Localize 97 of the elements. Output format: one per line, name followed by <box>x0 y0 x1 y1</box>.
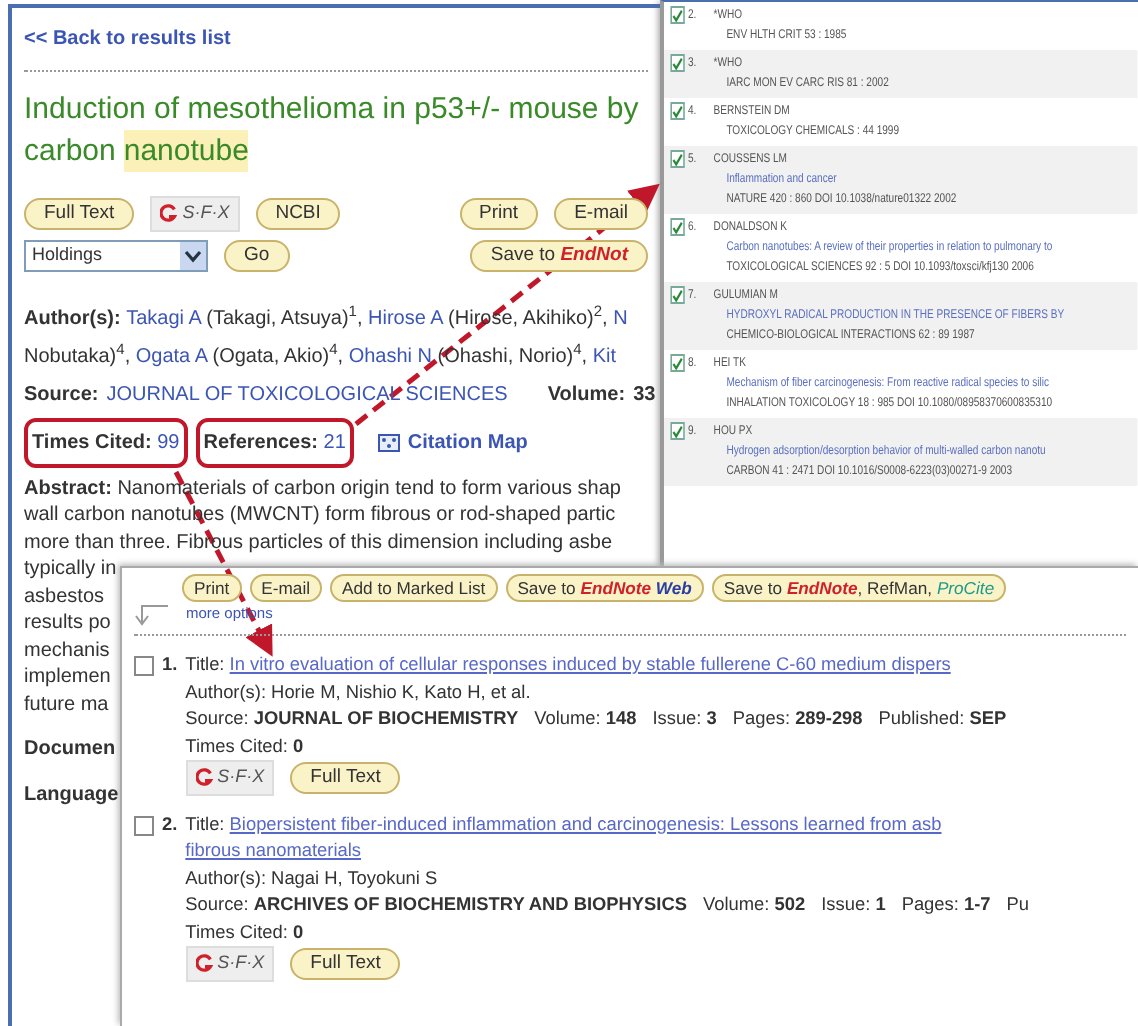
source-label: Source: <box>185 708 251 728</box>
sfx-button[interactable]: S·F·X <box>185 760 275 795</box>
checkbox[interactable] <box>670 354 685 372</box>
checkbox[interactable] <box>670 422 685 440</box>
source-value: 148 <box>605 708 637 728</box>
link-button[interactable]: NCBI <box>255 197 341 230</box>
swirl-icon <box>195 768 214 787</box>
full-text-button[interactable]: Full Text <box>290 947 401 980</box>
checkbox[interactable] <box>134 815 154 835</box>
stat-link[interactable]: 21 <box>323 431 346 453</box>
checkbox[interactable] <box>134 656 154 676</box>
source-value: ARCHIVES OF BIOCHEMISTRY AND BIOPHYSICS <box>253 894 688 914</box>
source-value: SEP <box>969 708 1007 728</box>
volume-value: 33 <box>633 381 656 409</box>
times-cited-label: Times Cited: <box>185 735 290 755</box>
map-icon <box>377 433 400 451</box>
link-button[interactable]: Full Text <box>24 197 135 230</box>
record-authors: Author(s): Horie M, Nishio K, Kato H, et al. <box>185 679 533 706</box>
title-label: Title: <box>185 654 227 674</box>
source-label: Volume: <box>703 894 772 914</box>
record-title-link[interactable]: Biopersistent fiber-induced inflammation and carcinogenesis: Lessons learned from asb <box>229 813 942 833</box>
abstract-label: Abstract: <box>24 477 114 499</box>
volume-label: Volume: <box>547 381 626 409</box>
toolbar-button[interactable]: E-mail <box>249 574 323 602</box>
caret-icon <box>180 241 206 269</box>
author-link[interactable]: Hirose A <box>368 307 443 329</box>
record-title-link[interactable]: In vitro evaluation of cellular responses induced by stable fullerene C-60 medium dispers <box>229 654 951 674</box>
holdings-dropdown[interactable]: Holdings <box>24 239 208 271</box>
checkbox[interactable] <box>670 6 685 24</box>
go-button[interactable]: Go <box>224 239 290 271</box>
author-link[interactable]: N <box>613 307 628 329</box>
author-line: Nobutaka)$^{4}$, Ogata A (Ogata, Akio)$^{4}$, Ohashi N (Ohashi, Norio)$^{4}$, Kit <box>24 341 619 371</box>
swirl-icon <box>195 954 214 973</box>
source-label: Pages: <box>732 708 793 728</box>
source-label: Issue: <box>821 894 873 914</box>
author-link[interactable]: Ohashi N <box>348 345 433 367</box>
abstract-text: future ma <box>24 691 109 718</box>
source-value: 1-7 <box>963 894 991 914</box>
highlighted-term: nanotube <box>123 130 249 172</box>
source-label: Published: <box>878 708 967 728</box>
checkbox[interactable] <box>670 54 685 72</box>
times-cited-label: Times Cited: <box>185 921 290 941</box>
author-link[interactable]: Ogata A <box>135 345 207 367</box>
article-title: Induction of mesothelioma in p53+/- mouse by <box>24 90 641 130</box>
source-value: 3 <box>706 708 717 728</box>
sfx-button[interactable]: S·F·X <box>185 946 275 981</box>
source-value: 502 <box>774 894 806 914</box>
times-cited-value: 0 <box>292 921 304 941</box>
stat-label: Times Cited: <box>32 431 154 453</box>
source-label: Issue: <box>652 708 704 728</box>
author-line: Author(s): Takagi A (Takagi, Atsuya)$^{1}$, Hirose A (Hirose, Akihiko)$^{2}$, N <box>24 303 630 333</box>
toolbar-button[interactable]: E-mail <box>554 197 648 230</box>
record-authors: Author(s): Nagai H, Toyokuni S <box>185 865 440 892</box>
source-label: Source: <box>24 381 99 409</box>
record-number: 1. <box>162 652 178 678</box>
swirl-icon <box>160 204 179 223</box>
source-label: Volume: <box>534 708 603 728</box>
toolbar-button[interactable]: Save to EndNote, RefMan, ProCite <box>711 574 1007 602</box>
checkbox[interactable] <box>670 150 685 168</box>
abstract-text: mechanis <box>24 637 110 664</box>
abstract-text: typically in <box>24 556 117 583</box>
back-link[interactable]: << Back to results list <box>24 28 231 50</box>
toolbar-button[interactable]: Add to Marked List <box>330 574 498 602</box>
checkbox[interactable] <box>670 286 685 304</box>
checkbox[interactable] <box>670 218 685 236</box>
toolbar-button[interactable]: Save to EndNote Web <box>505 574 704 602</box>
author-link[interactable]: Kit <box>592 345 617 367</box>
source-label: Pages: <box>901 894 961 914</box>
abstract-text: Nanomaterials of carbon origin tend to form various shap <box>117 477 621 499</box>
citation-map-link[interactable]: Citation Map <box>407 427 528 457</box>
journal-link[interactable]: JOURNAL OF TOXICOLOGICAL SCIENCES <box>106 379 508 409</box>
abstract-text: results po <box>24 610 111 637</box>
source-value: 1 <box>875 894 886 914</box>
article-title: carbon <box>24 132 116 172</box>
times-cited-value: 0 <box>292 735 304 755</box>
corner-arrow-icon <box>134 602 170 626</box>
stat-link[interactable]: 99 <box>157 431 180 453</box>
toolbar-button[interactable]: Print <box>182 574 242 602</box>
record-title-link[interactable]: fibrous nanomaterials <box>185 840 362 860</box>
abstract-text: asbestos <box>24 583 105 610</box>
checkbox[interactable] <box>670 102 685 120</box>
stat-label: References: <box>203 431 320 453</box>
field-label: Language <box>24 782 119 810</box>
full-text-button[interactable]: Full Text <box>290 761 401 794</box>
abstract-text: implemen <box>24 664 111 691</box>
source-label: Source: <box>185 894 251 914</box>
record-number: 2. <box>162 811 178 837</box>
source-value: 289-298 <box>795 708 863 728</box>
title-label: Title: <box>185 813 227 833</box>
field-label: Documen <box>24 736 116 764</box>
save-button[interactable]: Save to EndNot <box>470 239 648 271</box>
abstract-text: more than three. Fibrous particles of this dimension including asbe <box>24 529 613 556</box>
toolbar-button[interactable]: Print <box>459 197 539 230</box>
sfx-button[interactable]: S·F·X <box>150 196 240 231</box>
author-link[interactable]: Takagi A <box>126 307 201 329</box>
source-label: Pu <box>1006 892 1029 918</box>
source-value: JOURNAL OF BIOCHEMISTRY <box>253 708 519 728</box>
